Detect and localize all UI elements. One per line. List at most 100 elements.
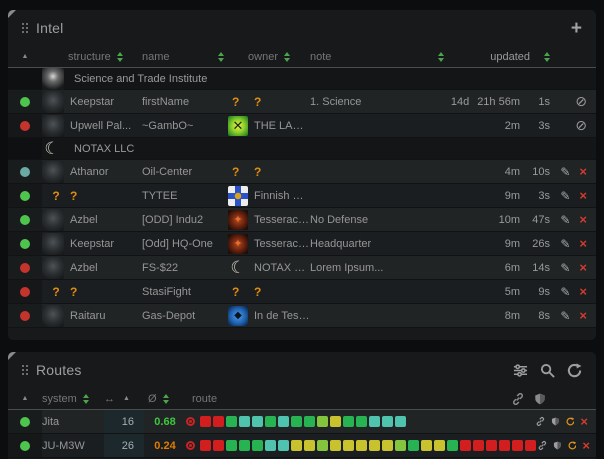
system-cell[interactable]: JU-M3W bbox=[42, 440, 104, 452]
sort-icon[interactable] bbox=[163, 394, 169, 404]
route-system-square[interactable] bbox=[395, 440, 406, 451]
route-row[interactable]: JU-M3W 26 0.24 bbox=[8, 434, 596, 458]
route-system-square[interactable] bbox=[304, 416, 315, 427]
column-header-name[interactable]: name bbox=[142, 51, 228, 63]
table-row[interactable]: ? ? StasiFight ? ? 5m9s ✎× bbox=[8, 280, 596, 304]
table-row[interactable]: Keepstar firstName ? ? 1. Science 14d21h… bbox=[8, 90, 596, 114]
route-system-square[interactable] bbox=[226, 416, 237, 427]
route-system-square[interactable] bbox=[291, 416, 302, 427]
edit-icon[interactable]: ✎ bbox=[560, 309, 570, 323]
edit-icon[interactable]: ✎ bbox=[560, 285, 570, 299]
delete-icon[interactable]: × bbox=[579, 285, 587, 298]
delete-route-icon[interactable]: × bbox=[580, 415, 588, 428]
route-systems-strip[interactable] bbox=[200, 416, 408, 427]
table-row[interactable]: Keepstar [Odd] HQ-One Tesseract C... Hea… bbox=[8, 232, 596, 256]
route-system-square[interactable] bbox=[252, 440, 263, 451]
route-system-square[interactable] bbox=[486, 440, 497, 451]
table-row[interactable]: ? ? TYTEE Finnish Dee... 9m3s ✎× bbox=[8, 184, 596, 208]
table-row[interactable]: Azbel FS-$22 NOTAX LLC Lorem Ipsum... 6m… bbox=[8, 256, 596, 280]
delete-icon[interactable]: × bbox=[579, 189, 587, 202]
add-intel-button[interactable]: + bbox=[571, 19, 582, 38]
edit-icon[interactable]: ✎ bbox=[560, 261, 570, 275]
column-header-route[interactable]: route bbox=[186, 393, 512, 405]
column-header-avg-security[interactable]: Ø bbox=[144, 393, 186, 405]
route-system-square[interactable] bbox=[317, 416, 328, 427]
edit-icon[interactable]: ✎ bbox=[560, 213, 570, 227]
shield-icon[interactable] bbox=[553, 439, 562, 452]
route-system-square[interactable] bbox=[200, 416, 211, 427]
route-system-square[interactable] bbox=[252, 416, 263, 427]
block-icon[interactable]: ⊘ bbox=[575, 117, 587, 134]
route-system-square[interactable] bbox=[291, 440, 302, 451]
route-system-square[interactable] bbox=[330, 440, 341, 451]
delete-icon[interactable]: × bbox=[579, 165, 587, 178]
delete-icon[interactable]: × bbox=[579, 261, 587, 274]
column-header-updated[interactable]: updated bbox=[446, 51, 554, 63]
route-system-square[interactable] bbox=[434, 440, 445, 451]
route-system-square[interactable] bbox=[395, 416, 406, 427]
search-icon[interactable] bbox=[540, 363, 555, 378]
route-system-square[interactable] bbox=[265, 416, 276, 427]
edit-icon[interactable]: ✎ bbox=[560, 165, 570, 179]
route-settings-icon[interactable] bbox=[513, 363, 528, 378]
route-system-square[interactable] bbox=[343, 440, 354, 451]
route-system-square[interactable] bbox=[421, 440, 432, 451]
route-system-square[interactable] bbox=[239, 416, 250, 427]
route-system-square[interactable] bbox=[200, 440, 211, 451]
sort-icon[interactable] bbox=[284, 52, 290, 62]
table-row[interactable]: Upwell Pal... ~GambO~ THE LAST A... 2m3s… bbox=[8, 114, 596, 138]
route-system-square[interactable] bbox=[369, 416, 380, 427]
route-row[interactable]: Jita 16 0.68 bbox=[8, 410, 596, 434]
column-header-note[interactable]: note bbox=[310, 51, 446, 63]
sort-asc-icon[interactable]: ▲ bbox=[22, 395, 29, 402]
edit-icon[interactable]: ✎ bbox=[560, 237, 570, 251]
route-system-square[interactable] bbox=[382, 440, 393, 451]
delete-icon[interactable]: × bbox=[579, 213, 587, 226]
route-system-square[interactable] bbox=[265, 440, 276, 451]
link-icon[interactable] bbox=[536, 415, 545, 428]
sort-icon[interactable] bbox=[218, 52, 224, 62]
shield-icon[interactable] bbox=[551, 415, 560, 428]
route-system-square[interactable] bbox=[356, 440, 367, 451]
table-row[interactable]: Raitaru Gas-Depot In de Tesch 8m8s ✎× bbox=[8, 304, 596, 328]
sort-icon[interactable] bbox=[83, 394, 89, 404]
edit-icon[interactable]: ✎ bbox=[560, 189, 570, 203]
route-system-square[interactable] bbox=[408, 440, 419, 451]
route-system-square[interactable] bbox=[317, 440, 328, 451]
link-icon[interactable] bbox=[538, 439, 547, 452]
table-row[interactable]: Athanor Oil-Center ? ? 4m10s ✎× bbox=[8, 160, 596, 184]
delete-icon[interactable]: × bbox=[579, 237, 587, 250]
route-system-square[interactable] bbox=[499, 440, 510, 451]
route-system-square[interactable] bbox=[473, 440, 484, 451]
route-system-square[interactable] bbox=[226, 440, 237, 451]
route-system-square[interactable] bbox=[239, 440, 250, 451]
block-icon[interactable]: ⊘ bbox=[575, 93, 587, 110]
column-header-structure[interactable]: structure bbox=[42, 51, 142, 63]
column-header-jumps[interactable]: ↔ ▲ bbox=[104, 393, 144, 405]
route-system-square[interactable] bbox=[278, 440, 289, 451]
delete-route-icon[interactable]: × bbox=[582, 439, 590, 452]
route-system-square[interactable] bbox=[304, 440, 315, 451]
route-system-square[interactable] bbox=[460, 440, 471, 451]
sort-icon[interactable] bbox=[438, 52, 444, 62]
drag-handle-icon[interactable] bbox=[22, 23, 28, 33]
refresh-route-icon[interactable] bbox=[566, 415, 575, 428]
route-system-square[interactable] bbox=[213, 440, 224, 451]
route-system-square[interactable] bbox=[369, 440, 380, 451]
route-system-square[interactable] bbox=[447, 440, 458, 451]
column-header-owner[interactable]: owner bbox=[228, 51, 310, 63]
refresh-icon[interactable] bbox=[567, 363, 582, 378]
route-system-square[interactable] bbox=[512, 440, 523, 451]
sort-icon[interactable] bbox=[544, 52, 550, 62]
table-row[interactable]: Azbel [ODD] Indu2 Tesseract C... No Defe… bbox=[8, 208, 596, 232]
route-system-square[interactable] bbox=[382, 416, 393, 427]
route-system-square[interactable] bbox=[330, 416, 341, 427]
route-system-square[interactable] bbox=[343, 416, 354, 427]
route-systems-strip[interactable] bbox=[200, 440, 538, 451]
route-system-square[interactable] bbox=[356, 416, 367, 427]
column-header-system[interactable]: system bbox=[42, 393, 104, 405]
route-system-square[interactable] bbox=[213, 416, 224, 427]
route-system-square[interactable] bbox=[278, 416, 289, 427]
sort-icon[interactable] bbox=[117, 52, 123, 62]
system-cell[interactable]: Jita bbox=[42, 416, 104, 428]
